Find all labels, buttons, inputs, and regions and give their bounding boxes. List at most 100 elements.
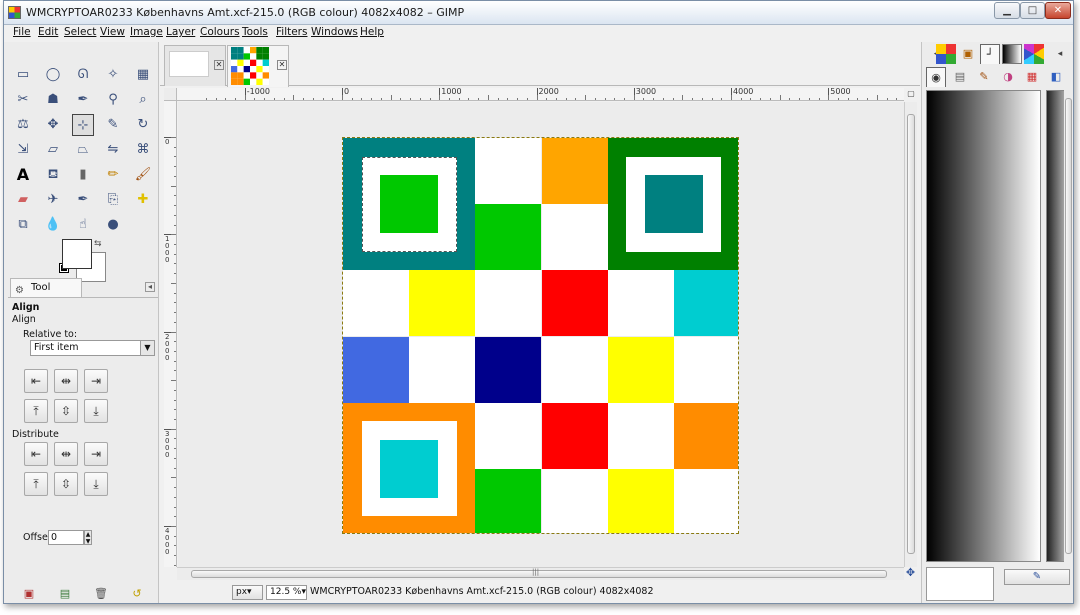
minimize-button[interactable]: ▁ bbox=[994, 2, 1020, 19]
colors-tab[interactable]: ◑ bbox=[998, 67, 1018, 87]
save-options-icon[interactable]: ▣ bbox=[22, 587, 36, 601]
distribute-bottom-button[interactable]: ⤓ bbox=[84, 472, 108, 496]
heal-icon[interactable]: ✚ bbox=[132, 189, 154, 211]
unit-select[interactable]: px▾ bbox=[232, 585, 263, 600]
paths-icon[interactable]: ✒ bbox=[72, 89, 94, 111]
align-left-button[interactable]: ⇤ bbox=[24, 369, 48, 393]
menu-edit[interactable]: Edit bbox=[38, 26, 58, 38]
paths-tab[interactable]: ┘ bbox=[980, 44, 1000, 64]
distribute-left-button[interactable]: ⇤ bbox=[24, 442, 48, 466]
maximize-button[interactable]: □ bbox=[1020, 2, 1045, 19]
palettes-tab[interactable] bbox=[1024, 44, 1044, 64]
menu-file[interactable]: File bbox=[13, 26, 31, 38]
menu-colours[interactable]: Colours bbox=[200, 26, 240, 38]
close-icon[interactable]: ✕ bbox=[277, 60, 287, 70]
flip-icon[interactable]: ⇋ bbox=[102, 139, 124, 161]
zoom-follow-icon[interactable]: ▢ bbox=[905, 88, 917, 101]
zoom-select[interactable]: 12.5 %▾ bbox=[266, 585, 307, 600]
scissors-icon[interactable]: ✂ bbox=[12, 89, 34, 111]
zoom-icon[interactable]: ⌕ bbox=[132, 89, 154, 111]
airbrush-icon[interactable]: ✈ bbox=[42, 189, 64, 211]
fuzzy-select-icon[interactable]: ✧ bbox=[102, 64, 124, 86]
horizontal-scrollbar[interactable]: ||| bbox=[177, 567, 904, 580]
swap-colors-icon[interactable]: ⇆ bbox=[94, 239, 102, 249]
layers-tab[interactable]: ◉ bbox=[926, 67, 946, 87]
vertical-scrollbar[interactable] bbox=[904, 102, 917, 567]
ellipse-select-icon[interactable]: ◯ bbox=[42, 64, 64, 86]
ruler-corner[interactable] bbox=[164, 88, 177, 101]
offset-input[interactable]: 0 bbox=[48, 530, 84, 545]
restore-options-icon[interactable]: ▤ bbox=[58, 587, 72, 601]
eraser-icon[interactable]: ▰ bbox=[12, 189, 34, 211]
align-top-button[interactable]: ⤒ bbox=[24, 399, 48, 423]
cage-icon[interactable]: ⌘ bbox=[132, 139, 154, 161]
tab-menu-icon[interactable]: ◂ bbox=[145, 282, 155, 292]
swatch-tab[interactable]: ▦ bbox=[1022, 67, 1042, 87]
crop-icon[interactable]: ✎ bbox=[102, 114, 124, 136]
menu-select[interactable]: Select bbox=[64, 26, 96, 38]
edit-button[interactable]: ✎ bbox=[1004, 569, 1070, 585]
channels-tab[interactable]: ▤ bbox=[950, 67, 970, 87]
horizontal-ruler[interactable]: -1000 0 1000 2000 3000 4000 5000 bbox=[177, 88, 904, 101]
close-button[interactable]: ✕ bbox=[1045, 2, 1071, 19]
gradient-preview[interactable] bbox=[926, 90, 1041, 562]
align-bottom-button[interactable]: ⤓ bbox=[84, 399, 108, 423]
paintbrush-icon[interactable]: 🖌 bbox=[132, 164, 154, 186]
brush-tab[interactable]: ✎ bbox=[974, 67, 994, 87]
align-right-button[interactable]: ⇥ bbox=[84, 369, 108, 393]
canvas-area[interactable] bbox=[178, 102, 904, 567]
perspective-clone-icon[interactable]: ⧉ bbox=[12, 214, 34, 236]
free-select-icon[interactable]: ᘏ bbox=[72, 64, 94, 86]
scrollbar-thumb[interactable] bbox=[907, 114, 915, 554]
blur-icon[interactable]: 💧 bbox=[42, 214, 64, 236]
smudge-icon[interactable]: ☝ bbox=[72, 214, 94, 236]
dock-scrollbar[interactable] bbox=[1064, 90, 1073, 562]
move-icon[interactable]: ✥ bbox=[42, 114, 64, 136]
delete-options-icon[interactable]: 🗑 bbox=[94, 587, 108, 601]
menu-tools[interactable]: Tools bbox=[242, 26, 268, 38]
dodge-burn-icon[interactable]: ● bbox=[102, 214, 124, 236]
image-tab-1[interactable]: ✕ bbox=[164, 45, 226, 86]
perspective-icon[interactable]: ⏢ bbox=[72, 139, 94, 161]
distribute-top-button[interactable]: ⤒ bbox=[24, 472, 48, 496]
dock-tab-menu-icon[interactable]: ◂ bbox=[1050, 44, 1070, 64]
distribute-right-button[interactable]: ⇥ bbox=[84, 442, 108, 466]
offset-stepper[interactable]: ▲ ▼ bbox=[84, 530, 92, 545]
menu-help[interactable]: Help bbox=[360, 26, 384, 38]
close-icon[interactable]: ✕ bbox=[214, 60, 224, 70]
menu-view[interactable]: View bbox=[100, 26, 125, 38]
vertical-ruler[interactable]: 0 1000 2000 3000 4000 bbox=[164, 101, 177, 567]
pencil-icon[interactable]: ✏ bbox=[102, 164, 124, 186]
reset-options-icon[interactable]: ↺ bbox=[130, 587, 144, 601]
menu-filters[interactable]: Filters bbox=[276, 26, 307, 38]
menu-layer[interactable]: Layer bbox=[166, 26, 195, 38]
ink-icon[interactable]: ✒ bbox=[72, 189, 94, 211]
relative-to-select[interactable]: First item ▼ bbox=[30, 340, 155, 356]
tab-tool-options[interactable]: ⚙ Tool Options bbox=[10, 278, 82, 311]
select-by-color-icon[interactable]: ▦ bbox=[132, 64, 154, 86]
blend-icon[interactable]: ▮ bbox=[72, 164, 94, 186]
foreground-select-icon[interactable]: ☗ bbox=[42, 89, 64, 111]
scrollbar-thumb[interactable] bbox=[1065, 98, 1072, 554]
align-icon[interactable]: ⊹ bbox=[72, 114, 94, 136]
image-tab-2[interactable]: ✕ bbox=[227, 45, 289, 87]
bucket-fill-icon[interactable]: ⛾ bbox=[42, 164, 64, 186]
shear-icon[interactable]: ▱ bbox=[42, 139, 64, 161]
align-middle-v-button[interactable]: ⇳ bbox=[54, 399, 78, 423]
menu-image[interactable]: Image bbox=[130, 26, 163, 38]
clone-icon[interactable]: ⎘ bbox=[102, 189, 124, 211]
align-center-h-button[interactable]: ⇹ bbox=[54, 369, 78, 393]
navigate-icon[interactable]: ✥ bbox=[904, 567, 917, 580]
patterns-tab[interactable] bbox=[936, 44, 956, 64]
fonts-tab[interactable]: ◧ bbox=[1046, 67, 1066, 87]
foreground-color-swatch[interactable] bbox=[62, 239, 92, 269]
text-icon[interactable]: A bbox=[12, 164, 34, 186]
rotate-icon[interactable]: ↻ bbox=[132, 114, 154, 136]
distribute-middle-v-button[interactable]: ⇳ bbox=[54, 472, 78, 496]
image-canvas[interactable] bbox=[342, 137, 739, 534]
measure-icon[interactable]: ⚖ bbox=[12, 114, 34, 136]
distribute-center-h-button[interactable]: ⇹ bbox=[54, 442, 78, 466]
rect-select-icon[interactable]: ▭ bbox=[12, 64, 34, 86]
brushes-tab[interactable]: ▣ bbox=[958, 44, 978, 64]
scrollbar-thumb[interactable]: ||| bbox=[191, 568, 887, 578]
